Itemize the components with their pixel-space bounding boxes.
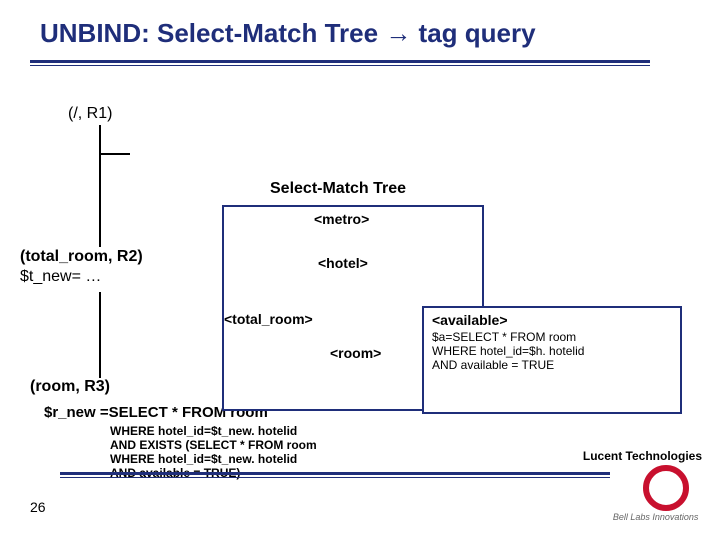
footer-rule xyxy=(60,472,610,480)
tag-total-room: <total_room> xyxy=(224,311,313,327)
tree-room: (room, R3) xyxy=(30,378,110,396)
t-new: $t_new= … xyxy=(20,268,101,286)
logo-text: Lucent Technologies xyxy=(583,449,702,463)
available-box: <available> $a=SELECT * FROM room WHERE … xyxy=(422,306,682,414)
title-post: tag query xyxy=(411,18,535,48)
logo-ring-icon xyxy=(643,465,689,511)
tree-total-room: (total_room, R2) xyxy=(20,248,143,266)
slide: UNBIND: Select-Match Tree → tag query (/… xyxy=(0,0,720,540)
select-match-tree-label: Select-Match Tree xyxy=(270,180,406,198)
arrow-right-icon: → xyxy=(385,18,411,48)
page-title: UNBIND: Select-Match Tree → tag query xyxy=(40,18,536,49)
logo-subtext: Bell Labs Innovations xyxy=(613,512,702,522)
page-number: 26 xyxy=(30,499,46,515)
title-underline xyxy=(30,60,650,68)
tag-hotel: <hotel> xyxy=(318,255,368,271)
tag-available: <available> xyxy=(432,312,672,328)
tag-metro: <metro> xyxy=(314,211,369,227)
logo: Lucent Technologies Bell Labs Innovation… xyxy=(583,449,702,522)
tree-root: (/, R1) xyxy=(68,105,112,123)
available-query: $a=SELECT * FROM room WHERE hotel_id=$h.… xyxy=(432,330,672,372)
tag-room: <room> xyxy=(330,345,381,361)
title-pre: UNBIND: Select-Match Tree xyxy=(40,18,385,48)
